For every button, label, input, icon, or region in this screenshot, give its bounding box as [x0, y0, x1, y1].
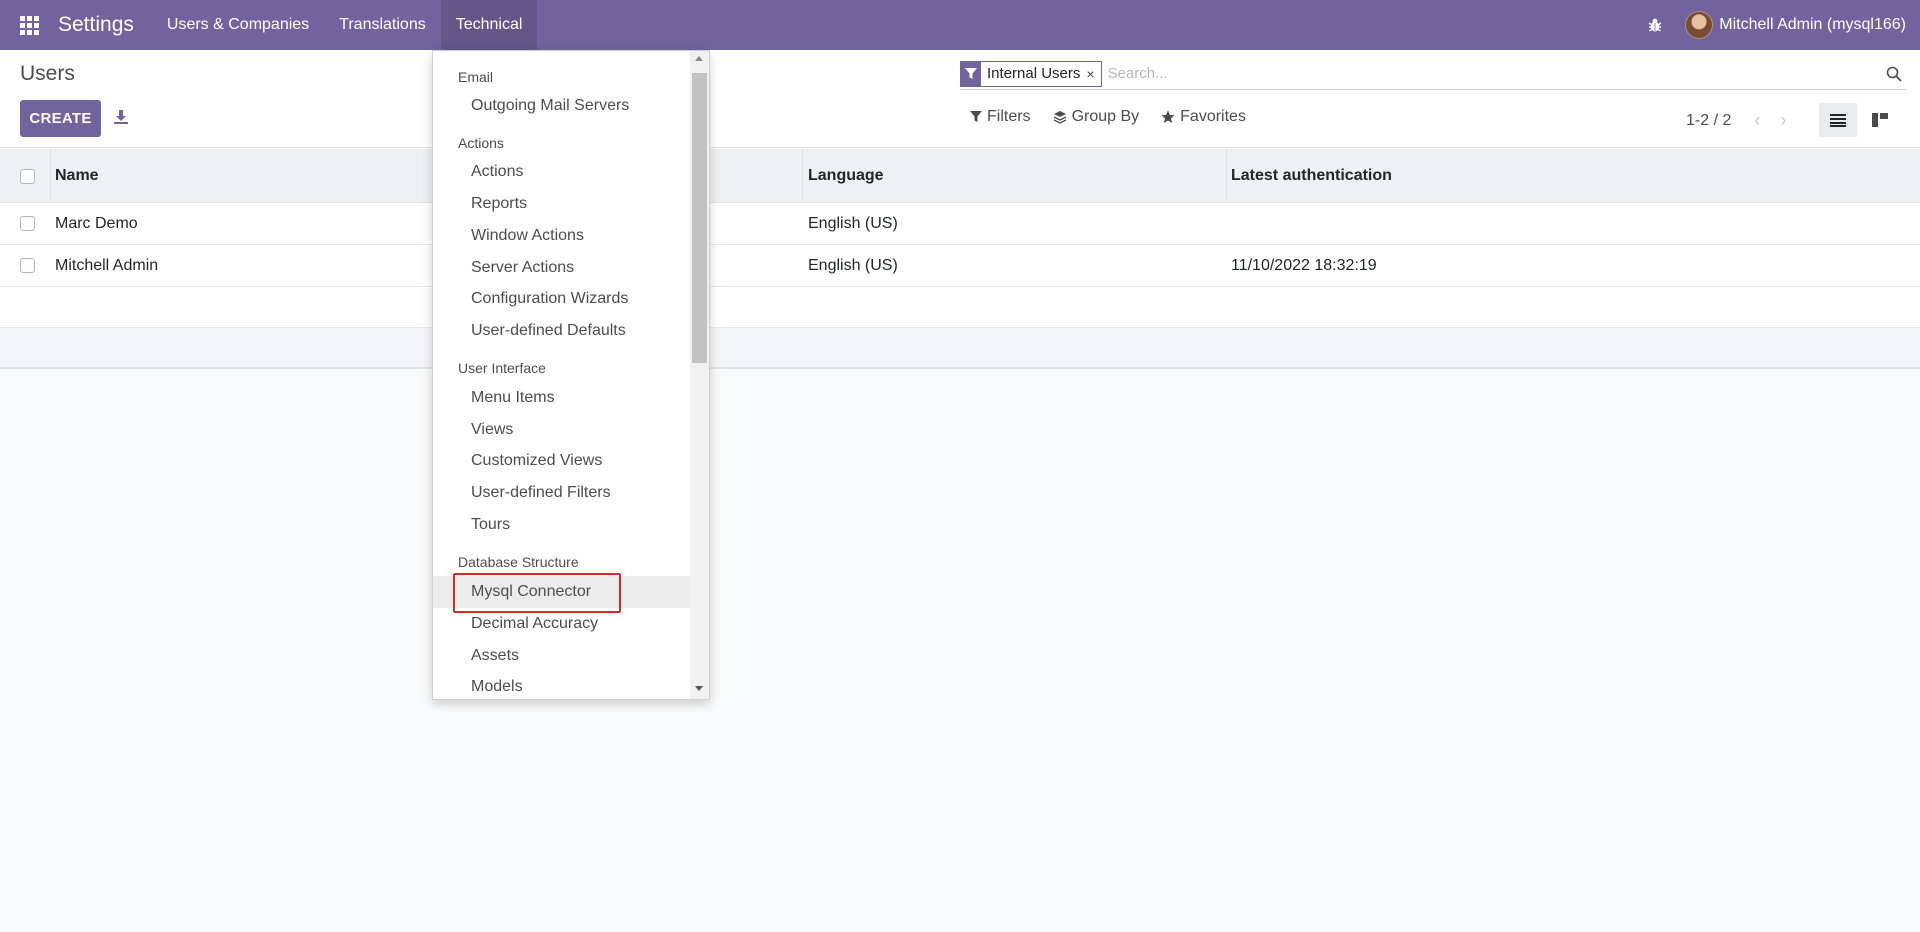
empty-row	[0, 287, 1920, 328]
star-icon	[1161, 110, 1175, 123]
group-by-label: Group By	[1071, 108, 1140, 125]
pager-next-icon[interactable]: ›	[1771, 110, 1795, 131]
cell-latest-authentication: 11/10/2022 18:32:19	[1231, 256, 1377, 274]
list-view-button[interactable]	[1819, 103, 1857, 137]
table-row[interactable]: Marc Demo English (US)	[0, 203, 1920, 245]
table-footer	[0, 328, 1920, 369]
table-row[interactable]: Mitchell Admin English (US) 11/10/2022 1…	[0, 245, 1920, 287]
pager-previous-icon[interactable]: ‹	[1745, 110, 1769, 131]
cell-language: English (US)	[808, 214, 898, 232]
table-header: Name Language Latest authentication	[0, 149, 1920, 203]
section-header-user-interface: User Interface	[458, 360, 546, 376]
search-facet: Internal Users ×	[960, 60, 1102, 87]
users-list-table: Name Language Latest authentication Marc…	[0, 149, 1920, 369]
download-icon[interactable]	[110, 106, 132, 128]
column-header-language[interactable]: Language	[808, 149, 884, 203]
menu-item-user-defined-filters[interactable]: User-defined Filters	[433, 477, 691, 509]
apps-menu-icon[interactable]	[0, 0, 58, 50]
filters-label: Filters	[987, 108, 1031, 125]
menu-item-actions[interactable]: Actions	[433, 156, 691, 188]
technical-dropdown-menu: Email Outgoing Mail Servers Actions Acti…	[432, 50, 710, 700]
facet-remove-icon[interactable]: ×	[1086, 62, 1100, 86]
top-navbar: Settings Users & Companies Translations …	[0, 0, 1920, 50]
menu-item-views[interactable]: Views	[433, 414, 691, 446]
section-header-actions: Actions	[458, 135, 504, 151]
menu-item-tours[interactable]: Tours	[433, 509, 691, 541]
row-checkbox[interactable]	[20, 216, 35, 231]
menu-item-customized-views[interactable]: Customized Views	[433, 445, 691, 477]
search-icon[interactable]	[1882, 62, 1906, 86]
menu-item-server-actions[interactable]: Server Actions	[433, 252, 691, 284]
menu-item-configuration-wizards[interactable]: Configuration Wizards	[433, 283, 691, 315]
menu-item-window-actions[interactable]: Window Actions	[433, 220, 691, 252]
layers-icon	[1053, 111, 1066, 124]
menu-item-assets[interactable]: Assets	[433, 640, 691, 672]
control-panel: Users CREATE Internal Users × Filters Gr…	[0, 50, 1920, 148]
menu-item-reports[interactable]: Reports	[433, 188, 691, 220]
search-input[interactable]	[1107, 65, 1906, 82]
menu-item-outgoing-mail-servers[interactable]: Outgoing Mail Servers	[433, 90, 691, 122]
menu-users-companies[interactable]: Users & Companies	[152, 0, 324, 50]
section-header-email: Email	[458, 69, 494, 85]
section-header-database-structure: Database Structure	[458, 554, 579, 570]
menu-technical[interactable]: Technical	[440, 0, 538, 50]
column-header-latest-authentication[interactable]: Latest authentication	[1231, 149, 1392, 203]
breadcrumb: Users	[20, 62, 75, 85]
menu-translations[interactable]: Translations	[324, 0, 441, 50]
cell-language: English (US)	[808, 256, 898, 274]
search-bar: Internal Users ×	[960, 58, 1906, 90]
group-by-button[interactable]: Group By	[1053, 108, 1140, 126]
filter-icon	[970, 111, 982, 122]
filter-facet-icon	[961, 61, 981, 86]
select-all-checkbox[interactable]	[20, 168, 35, 184]
kanban-view-icon	[1872, 113, 1888, 127]
facet-label: Internal Users	[987, 65, 1081, 82]
scrollbar-thumb[interactable]	[692, 73, 707, 363]
dropdown-scrollbar[interactable]	[690, 51, 709, 699]
menu-item-menu-items[interactable]: Menu Items	[433, 382, 691, 414]
menu-item-user-defined-defaults[interactable]: User-defined Defaults	[433, 315, 691, 347]
scroll-down-icon[interactable]	[695, 686, 703, 691]
favorites-button[interactable]: Favorites	[1161, 108, 1246, 126]
list-view-icon	[1830, 114, 1846, 127]
highlight-annotation-box	[453, 573, 621, 613]
scroll-up-icon[interactable]	[695, 56, 703, 61]
pager-value[interactable]: 1-2 / 2	[1686, 112, 1731, 130]
app-brand[interactable]: Settings	[58, 13, 134, 37]
menu-item-models[interactable]: Models	[433, 671, 691, 699]
favorites-label: Favorites	[1180, 108, 1246, 125]
create-button[interactable]: CREATE	[20, 100, 101, 137]
user-avatar[interactable]	[1685, 11, 1714, 39]
row-checkbox[interactable]	[20, 258, 35, 273]
cell-name: Mitchell Admin	[55, 256, 159, 274]
user-menu[interactable]: Mitchell Admin (mysql166)	[1719, 16, 1906, 34]
kanban-view-button[interactable]	[1861, 103, 1899, 137]
debug-bug-icon[interactable]	[1635, 0, 1675, 50]
column-header-name[interactable]: Name	[55, 149, 99, 203]
cell-name: Marc Demo	[55, 214, 138, 232]
filters-button[interactable]: Filters	[970, 108, 1031, 126]
